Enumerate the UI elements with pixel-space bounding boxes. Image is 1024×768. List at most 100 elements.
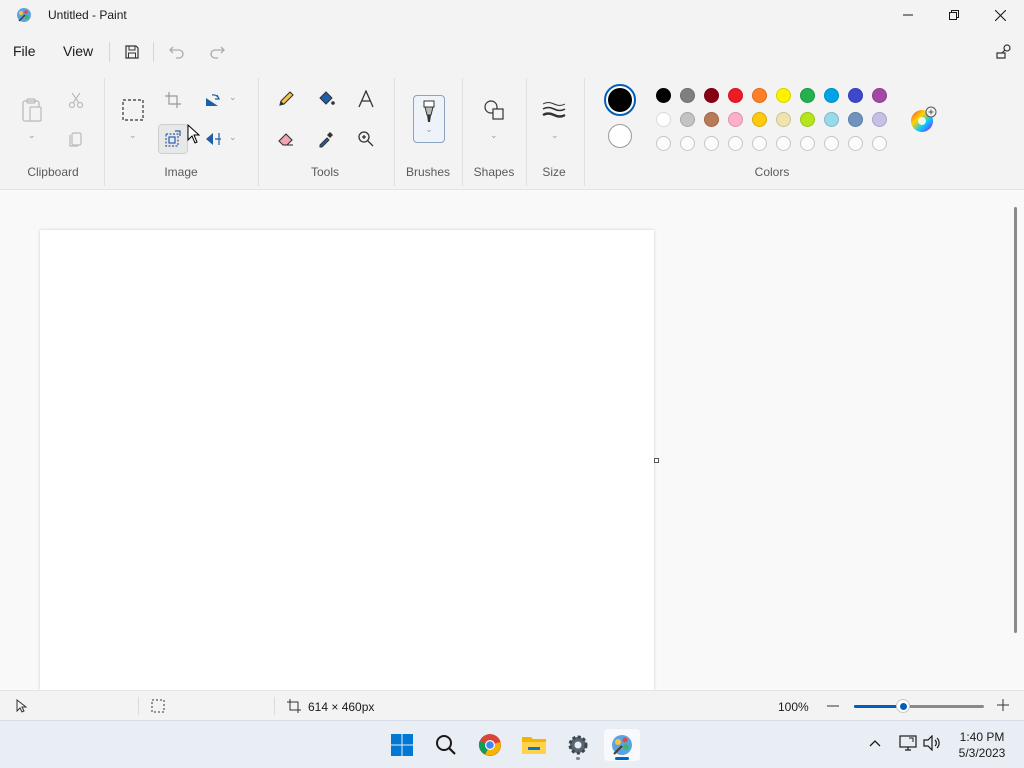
volume-icon[interactable] <box>923 735 941 751</box>
pencil-button[interactable] <box>272 85 300 113</box>
select-dropdown-chevron-icon[interactable]: ⌄ <box>129 130 137 141</box>
paste-dropdown-chevron-icon[interactable]: ⌄ <box>28 130 36 141</box>
color-swatch[interactable] <box>848 88 863 103</box>
menu-view[interactable]: View <box>63 43 93 59</box>
network-icon[interactable] <box>899 735 917 751</box>
custom-color-slot[interactable] <box>872 136 887 151</box>
brush-icon <box>423 100 435 122</box>
color-swatch[interactable] <box>656 88 671 103</box>
system-clock[interactable]: 1:40 PM 5/3/2023 <box>950 729 1014 761</box>
custom-color-slot[interactable] <box>848 136 863 151</box>
custom-color-slot[interactable] <box>680 136 695 151</box>
zoom-slider-thumb[interactable] <box>896 699 911 713</box>
brushes-button[interactable]: ⌄ <box>413 95 445 143</box>
shapes-button[interactable] <box>480 96 508 124</box>
size-button[interactable] <box>540 96 568 124</box>
size-dropdown-chevron-icon[interactable]: ⌄ <box>551 130 559 141</box>
save-button[interactable] <box>118 40 146 64</box>
color-swatch[interactable] <box>752 88 767 103</box>
edit-colors-button[interactable] <box>908 105 938 135</box>
canvas-size-icon <box>287 699 301 713</box>
color-swatch[interactable] <box>704 112 719 127</box>
search-icon <box>436 735 456 755</box>
text-button[interactable] <box>352 85 380 113</box>
color-swatch[interactable] <box>728 112 743 127</box>
flip-dropdown-chevron-icon[interactable]: ⌄ <box>229 132 237 143</box>
resize-button[interactable] <box>158 124 188 154</box>
secondary-color-button[interactable] <box>608 124 632 148</box>
color-swatch[interactable] <box>824 88 839 103</box>
settings-button[interactable] <box>990 40 1018 64</box>
status-bar: 614 × 460px 100% <box>0 690 1024 720</box>
cut-button[interactable] <box>62 86 90 114</box>
shapes-dropdown-chevron-icon[interactable]: ⌄ <box>490 130 498 141</box>
color-swatch[interactable] <box>728 88 743 103</box>
rotate-dropdown-chevron-icon[interactable]: ⌄ <box>229 92 237 103</box>
mouse-pointer-icon <box>187 124 200 144</box>
color-swatch[interactable] <box>680 88 695 103</box>
color-swatch[interactable] <box>872 112 887 127</box>
custom-color-slot[interactable] <box>824 136 839 151</box>
magnifier-button[interactable] <box>352 125 380 153</box>
crop-button[interactable] <box>159 86 187 114</box>
flip-button[interactable] <box>199 125 227 153</box>
paint-app-icon <box>16 7 32 23</box>
windows-logo-icon <box>391 734 413 756</box>
divider <box>153 42 154 62</box>
restore-button[interactable] <box>931 0 977 30</box>
selection-size-icon <box>151 699 165 713</box>
color-swatch[interactable] <box>800 112 815 127</box>
eraser-button[interactable] <box>272 125 300 153</box>
custom-color-slot[interactable] <box>656 136 671 151</box>
search-button[interactable] <box>428 729 464 761</box>
zoom-out-icon[interactable] <box>827 705 839 707</box>
color-swatch[interactable] <box>704 88 719 103</box>
color-swatch[interactable] <box>776 88 791 103</box>
taskbar-paint[interactable] <box>604 729 640 761</box>
crop-icon <box>165 92 181 108</box>
paste-button[interactable] <box>18 96 46 124</box>
zoom-in-icon[interactable] <box>997 699 1009 711</box>
menu-file[interactable]: File <box>13 43 36 59</box>
taskbar-settings[interactable] <box>560 729 596 761</box>
vertical-scrollbar[interactable] <box>1014 207 1017 633</box>
drawing-canvas[interactable] <box>40 230 654 690</box>
color-swatch[interactable] <box>800 88 815 103</box>
custom-color-slot[interactable] <box>752 136 767 151</box>
taskbar-chrome[interactable] <box>472 729 508 761</box>
color-swatch[interactable] <box>680 112 695 127</box>
share-profile-icon <box>996 44 1011 59</box>
custom-color-slot[interactable] <box>728 136 743 151</box>
group-label-image: Image <box>164 165 198 179</box>
shapes-icon <box>484 100 504 120</box>
start-button[interactable] <box>384 729 420 761</box>
canvas-resize-handle[interactable] <box>654 458 659 463</box>
color-swatch[interactable] <box>872 88 887 103</box>
zoom-level-text: 100% <box>778 700 809 714</box>
color-swatch[interactable] <box>776 112 791 127</box>
zoom-slider[interactable] <box>854 699 984 713</box>
undo-button[interactable] <box>163 40 191 64</box>
color-swatch[interactable] <box>656 112 671 127</box>
custom-color-slot[interactable] <box>704 136 719 151</box>
copy-button[interactable] <box>62 125 90 153</box>
primary-color-button[interactable] <box>604 84 636 116</box>
line-size-icon <box>542 102 566 118</box>
minimize-button[interactable] <box>885 0 931 30</box>
chevron-up-icon[interactable] <box>869 739 881 747</box>
color-swatch[interactable] <box>848 112 863 127</box>
fill-button[interactable] <box>312 85 340 113</box>
custom-color-slot[interactable] <box>800 136 815 151</box>
select-button[interactable] <box>119 96 147 124</box>
custom-color-slot[interactable] <box>776 136 791 151</box>
scissors-icon <box>68 92 84 109</box>
redo-button[interactable] <box>203 40 231 64</box>
group-label-brushes: Brushes <box>405 165 451 179</box>
rotate-button[interactable] <box>199 86 227 114</box>
close-button[interactable] <box>977 0 1023 30</box>
color-swatch[interactable] <box>752 112 767 127</box>
color-picker-button[interactable] <box>312 125 340 153</box>
color-swatch[interactable] <box>824 112 839 127</box>
taskbar-file-explorer[interactable] <box>516 729 552 761</box>
divider <box>274 697 275 715</box>
